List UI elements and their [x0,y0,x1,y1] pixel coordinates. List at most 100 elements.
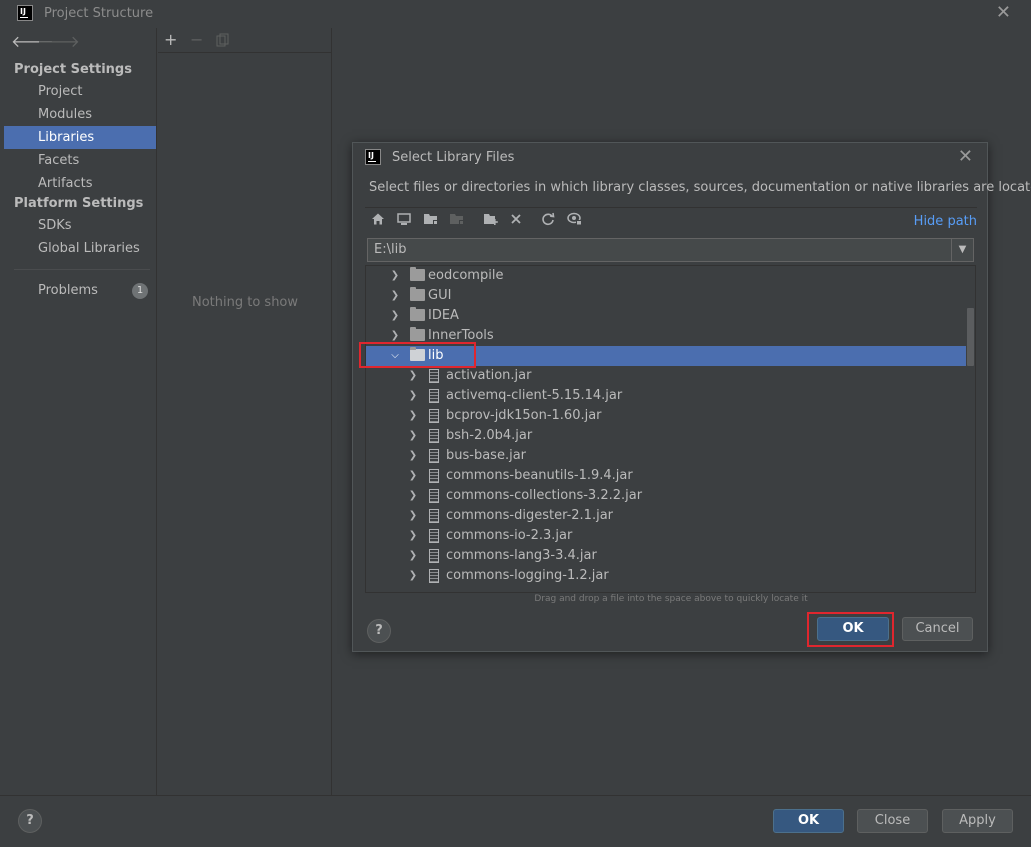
tree-row-label: commons-beanutils-1.9.4.jar [446,468,633,483]
jar-file-icon [429,509,439,523]
tree-row[interactable]: ❯ bcprov-jdk15on-1.60.jar [366,406,966,426]
tree-row-label: IDEA [428,308,459,323]
refresh-icon[interactable] [541,212,555,230]
library-toolbar: + − [158,28,332,53]
ok-button[interactable]: OK [773,809,844,833]
sidebar-item-modules[interactable]: Modules [4,103,156,126]
delete-icon[interactable] [509,212,523,230]
module-folder-icon[interactable] [449,212,465,230]
folder-icon [410,287,425,301]
tree-row-label: commons-digester-2.1.jar [446,508,614,523]
tree-row[interactable]: ❯ commons-io-2.3.jar [366,526,966,546]
close-icon[interactable]: ✕ [996,3,1011,23]
tree-scrollbar-thumb[interactable] [967,308,974,366]
sidebar-item-problems[interactable]: Problems 1 [4,279,156,302]
tree-row[interactable]: ❯ commons-beanutils-1.9.4.jar [366,466,966,486]
sidebar-item-label: Project [38,84,83,99]
tree-row[interactable]: ❯ activemq-client-5.15.14.jar [366,386,966,406]
file-tree[interactable]: ❯ eodcompile ❯ GUI ❯ IDEA ❯ InnerTools ⌵… [365,265,976,593]
chevron-right-icon[interactable]: ❯ [389,286,401,306]
title-bar: IJ Project Structure ✕ [0,0,1031,28]
sidebar-item-sdks[interactable]: SDKs [4,214,156,237]
tree-row[interactable]: ❯ eodcompile [366,266,966,286]
sidebar-item-label: Facets [38,153,80,168]
dialog-cancel-button[interactable]: Cancel [902,617,973,641]
tree-row[interactable]: ❯ bsh-2.0b4.jar [366,426,966,446]
chevron-right-icon[interactable]: ❯ [389,266,401,286]
chevron-right-icon[interactable]: ❯ [407,426,419,446]
tree-row-label: commons-io-2.3.jar [446,528,573,543]
intellij-logo-icon: IJ [17,5,33,21]
tree-row[interactable]: ❯ IDEA [366,306,966,326]
copy-icon[interactable] [216,32,230,51]
sidebar-item-libraries[interactable]: Libraries [4,126,156,149]
chevron-right-icon[interactable]: ❯ [407,466,419,486]
folder-icon [410,307,425,321]
select-library-files-dialog: IJ Select Library Files ✕ Select files o… [352,142,1031,652]
chevron-right-icon[interactable]: ❯ [407,566,419,586]
dialog-description: Select files or directories in which lib… [369,180,1031,195]
tree-row[interactable]: ❯ bus-base.jar [366,446,966,466]
sidebar-item-project[interactable]: Project [4,80,156,103]
home-icon[interactable] [371,212,385,230]
chevron-right-icon[interactable]: ❯ [407,526,419,546]
apply-button[interactable]: Apply [942,809,1013,833]
jar-file-icon [429,409,439,423]
remove-icon[interactable]: − [190,30,203,49]
sidebar-item-facets[interactable]: Facets [4,149,156,172]
tree-row-label: eodcompile [428,268,504,283]
tree-scrollbar[interactable] [967,266,975,592]
chevron-right-icon[interactable]: ❯ [407,486,419,506]
chevron-right-icon[interactable]: ❯ [407,406,419,426]
chevron-right-icon[interactable]: ❯ [407,506,419,526]
folder-icon [410,327,425,341]
jar-file-icon [429,569,439,583]
path-input-value: E:\lib [374,242,407,257]
help-button[interactable]: ? [18,809,42,833]
close-icon[interactable]: ✕ [958,146,973,167]
project-folder-icon[interactable] [423,212,439,230]
jar-file-icon [429,389,439,403]
help-button[interactable]: ? [367,619,391,643]
chevron-down-icon[interactable]: ▼ [951,239,973,261]
path-input[interactable]: E:\lib ▼ [367,238,974,262]
tree-row[interactable]: ❯ commons-lang3-3.4.jar [366,546,966,566]
chevron-right-icon[interactable]: ❯ [389,306,401,326]
sidebar-item-label: Artifacts [38,176,93,191]
highlight-box-lib [359,342,476,368]
section-platform-settings: Platform Settings [14,196,144,211]
chevron-right-icon[interactable]: ❯ [407,386,419,406]
add-icon[interactable]: + [164,30,177,49]
footer-bar: ? OK Close Apply [0,795,1031,847]
dialog-title: Select Library Files [392,150,515,165]
tree-row-label: bus-base.jar [446,448,526,463]
chevron-right-icon[interactable]: ❯ [407,546,419,566]
chevron-right-icon[interactable]: ❯ [407,446,419,466]
tree-row-label: commons-lang3-3.4.jar [446,548,597,563]
tree-row-label: activemq-client-5.15.14.jar [446,388,623,403]
empty-state-text: Nothing to show [191,295,299,310]
tree-row[interactable]: ❯ commons-logging-1.2.jar [366,566,966,586]
sidebar-item-label: Global Libraries [38,241,140,256]
file-chooser-toolbar: Hide path [365,207,977,233]
tree-row[interactable]: ❯ activation.jar [366,366,966,386]
jar-file-icon [429,549,439,563]
folder-icon [410,267,425,281]
show-hidden-files-icon[interactable] [567,212,583,230]
sidebar-item-label: Modules [38,107,93,122]
forward-arrow-icon[interactable]: 🡒 [37,31,80,51]
sidebar-item-artifacts[interactable]: Artifacts [4,172,156,195]
tree-row[interactable]: ❯ GUI [366,286,966,306]
desktop-icon[interactable] [397,212,411,230]
jar-file-icon [429,429,439,443]
sidebar-item-global-libraries[interactable]: Global Libraries [4,237,156,260]
new-folder-icon[interactable] [483,212,499,230]
tree-row-label: commons-collections-3.2.2.jar [446,488,643,503]
drag-drop-hint: Drag and drop a file into the space abov… [534,594,808,604]
tree-row[interactable]: ❯ commons-digester-2.1.jar [366,506,966,526]
sidebar: 🡐 🡒 Project Settings Project Modules Lib… [0,28,157,795]
close-button[interactable]: Close [857,809,928,833]
hide-path-link[interactable]: Hide path [914,214,977,229]
chevron-right-icon[interactable]: ❯ [407,366,419,386]
tree-row[interactable]: ❯ commons-collections-3.2.2.jar [366,486,966,506]
